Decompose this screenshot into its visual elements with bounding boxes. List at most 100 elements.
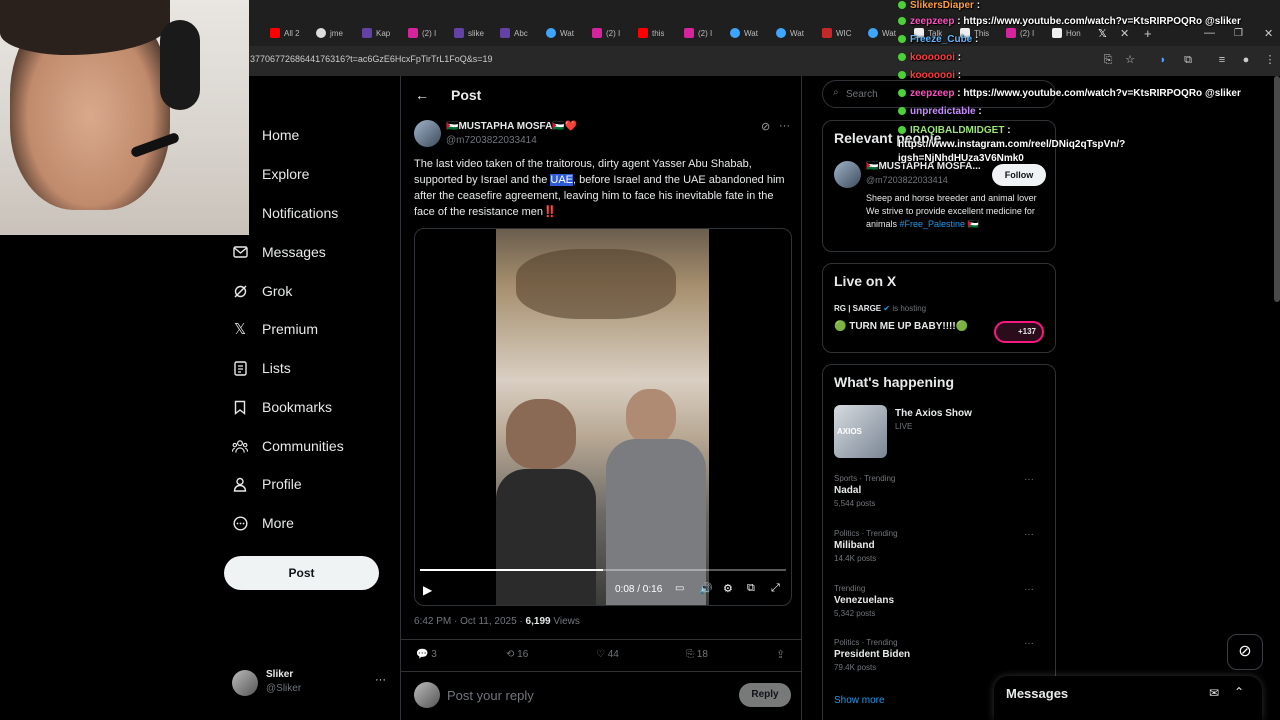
- media-icon[interactable]: ≡: [1214, 52, 1230, 68]
- chat-text: :: [972, 34, 979, 45]
- profile-avatar-icon[interactable]: ●: [1238, 52, 1254, 68]
- heart-icon: ♡: [596, 649, 605, 660]
- browser-tab[interactable]: Wat: [868, 24, 896, 42]
- like-action[interactable]: ♡ 44: [596, 649, 619, 660]
- trend-item[interactable]: Politics · Trending President Biden 79.4…: [834, 638, 1046, 672]
- post-button[interactable]: Post: [224, 556, 379, 590]
- video-player[interactable]: ▶ 0:08 / 0:16 ▭ 🔊 ⚙ ⧉ ⤢: [414, 228, 792, 606]
- chat-badge-icon: [898, 107, 906, 115]
- browser-tab[interactable]: Abc: [500, 24, 528, 42]
- live-host[interactable]: RG | SARGE ✔ is hosting: [834, 304, 926, 313]
- account-menu-icon[interactable]: ···: [375, 674, 386, 686]
- chat-message: zeepzeep : https://www.youtube.com/watch…: [898, 88, 1241, 99]
- expand-drawer-icon[interactable]: ⌃: [1234, 685, 1244, 699]
- x-logo-icon: [1052, 28, 1062, 38]
- show-more-link[interactable]: Show more: [834, 695, 885, 706]
- video-progress-track[interactable]: [420, 569, 786, 571]
- person-avatar[interactable]: [834, 161, 861, 188]
- url-field[interactable]: 3770677268644176316?t=ac6GzE6HcxFpTirTrL…: [250, 54, 493, 64]
- close-window-icon[interactable]: ✕: [1264, 24, 1273, 42]
- divider: [401, 639, 801, 640]
- trend-more-icon[interactable]: ···: [1024, 584, 1034, 595]
- trend-more-icon[interactable]: ···: [1024, 638, 1034, 649]
- bookmark-icon: ⎘: [686, 649, 694, 660]
- author-name[interactable]: 🇵🇸MUSTAPHA MOSFA🇵🇸❤️: [446, 121, 577, 132]
- trend-item[interactable]: Trending Venezuelans 5,342 posts ···: [834, 584, 1046, 618]
- fullscreen-icon[interactable]: ⤢: [771, 582, 780, 595]
- account-avatar[interactable]: [232, 670, 258, 696]
- settings-gear-icon[interactable]: ⚙: [723, 582, 733, 595]
- follow-button[interactable]: Follow: [992, 164, 1046, 186]
- divider: [401, 671, 801, 672]
- browser-tab[interactable]: Kap: [362, 24, 390, 42]
- nav-bookmarks[interactable]: Bookmarks: [232, 399, 332, 415]
- trend-item[interactable]: Politics · Trending Miliband 14.4K posts…: [834, 529, 1046, 563]
- chat-message: zeepzeep : https://www.youtube.com/watch…: [898, 16, 1241, 27]
- author-handle[interactable]: @m7203822033414: [446, 135, 537, 146]
- nav-premium[interactable]: 𝕏 Premium: [232, 321, 318, 338]
- browser-tab[interactable]: WIC: [822, 24, 852, 42]
- trend-more-icon[interactable]: ···: [1024, 529, 1034, 540]
- chat-username: zeepzeep: [910, 16, 955, 27]
- nav-messages[interactable]: Messages: [232, 244, 326, 260]
- trend-item[interactable]: Sports · Trending Nadal 5,544 posts ···: [834, 474, 1046, 508]
- browser-menu-icon[interactable]: ⋮: [1262, 52, 1278, 68]
- nav-more[interactable]: More: [232, 515, 294, 531]
- install-app-icon[interactable]: ⎘: [1100, 52, 1116, 68]
- instagram-icon: [408, 28, 418, 38]
- bookmark-star-icon[interactable]: ☆: [1122, 52, 1138, 68]
- extensions-puzzle-icon[interactable]: ⧉: [1180, 52, 1196, 68]
- repost-action[interactable]: ⟲ 16: [506, 649, 528, 660]
- browser-tab[interactable]: slike: [454, 24, 484, 42]
- extension-icon[interactable]: ◗: [1155, 52, 1171, 68]
- nav-communities[interactable]: Communities: [232, 438, 344, 454]
- chat-username: IRAQIBALDMIDGET: [910, 125, 1005, 136]
- pip-icon[interactable]: ⧉: [747, 582, 755, 595]
- featured-status: LIVE: [895, 422, 913, 431]
- post-meta: 6:42 PM · Oct 11, 2025 · 6,199 Views: [414, 616, 580, 627]
- person-handle: @m7203822033414: [866, 175, 948, 185]
- reply-input[interactable]: Post your reply: [447, 688, 534, 703]
- reply-button[interactable]: Reply: [739, 683, 791, 707]
- repost-icon: ⟲: [506, 649, 515, 660]
- browser-tab[interactable]: jme: [316, 24, 343, 42]
- browser-tab[interactable]: (2) I: [408, 24, 436, 42]
- trend-more-icon[interactable]: ···: [1024, 474, 1034, 485]
- grok-analyze-icon[interactable]: ⊘: [761, 120, 770, 133]
- nav-grok[interactable]: Grok: [232, 283, 292, 299]
- messages-drawer[interactable]: Messages ✉ ⌃: [994, 676, 1262, 720]
- featured-title[interactable]: The Axios Show: [895, 408, 972, 419]
- account-name: Sliker: [266, 669, 294, 680]
- new-message-icon[interactable]: ✉: [1209, 686, 1219, 700]
- browser-tab[interactable]: All 2: [270, 24, 300, 42]
- browser-tab[interactable]: (2) I: [592, 24, 620, 42]
- nav-lists[interactable]: Lists: [232, 360, 291, 376]
- envelope-icon: [232, 244, 248, 260]
- volume-icon[interactable]: 🔊: [699, 582, 713, 595]
- post-more-icon[interactable]: ···: [779, 120, 790, 132]
- watch-icon: [730, 28, 740, 38]
- live-listeners-badge[interactable]: +137: [994, 321, 1044, 343]
- browser-tab[interactable]: Wat: [546, 24, 574, 42]
- browser-tab[interactable]: (2) I: [684, 24, 712, 42]
- back-arrow-icon[interactable]: ←: [415, 87, 429, 103]
- profile-icon: [232, 476, 248, 492]
- driver-body: [606, 439, 706, 605]
- featured-thumbnail[interactable]: AXIOS: [834, 405, 887, 458]
- author-avatar[interactable]: [414, 120, 441, 147]
- share-icon[interactable]: ⇪: [776, 648, 785, 661]
- browser-tab[interactable]: Wat: [730, 24, 758, 42]
- captions-icon[interactable]: ▭: [675, 583, 684, 594]
- chat-username: kooooooi: [910, 52, 955, 63]
- person-face: [506, 399, 576, 469]
- bookmark-action[interactable]: ⎘ 18: [686, 649, 708, 660]
- reply-action[interactable]: 💬 3: [416, 649, 437, 660]
- live-space-title[interactable]: 🟢 TURN ME UP BABY!!!!🟢: [834, 321, 968, 332]
- browser-tab[interactable]: this: [638, 24, 664, 42]
- browser-tab[interactable]: Wat: [776, 24, 804, 42]
- live-on-x-card: Live on X RG | SARGE ✔ is hosting 🟢 TURN…: [822, 263, 1056, 353]
- page-scrollbar[interactable]: [1274, 76, 1280, 302]
- nav-profile[interactable]: Profile: [232, 476, 302, 492]
- play-icon[interactable]: ▶: [423, 583, 432, 597]
- grok-floating-button[interactable]: ⊘: [1227, 634, 1263, 670]
